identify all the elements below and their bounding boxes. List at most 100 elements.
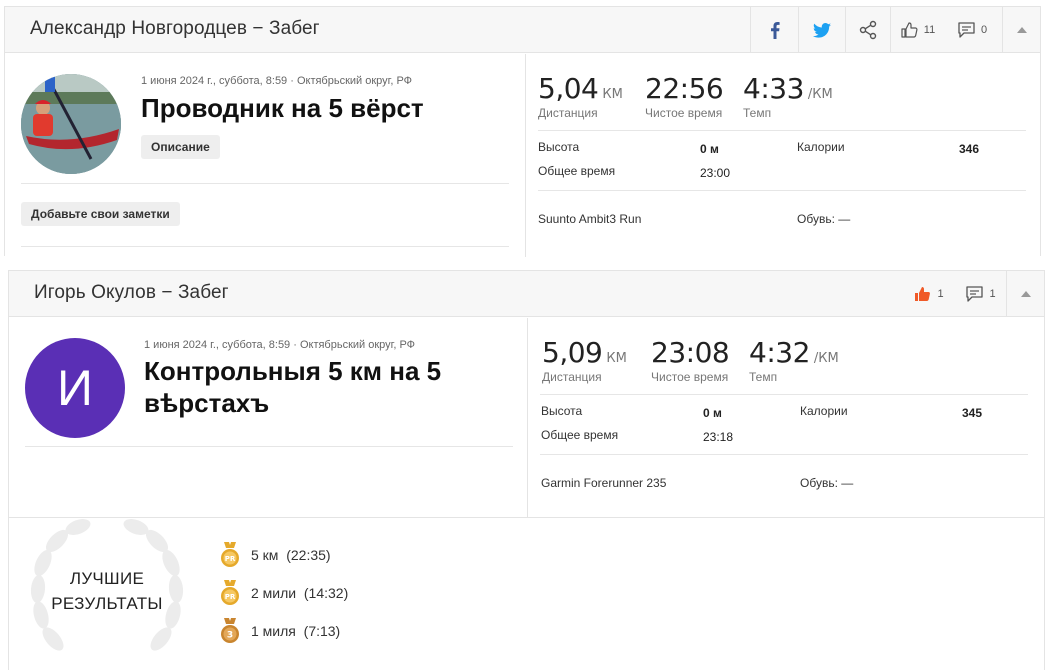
caret-up-icon: [1020, 291, 1031, 297]
thumbs-up-icon: [901, 22, 918, 38]
thumbs-up-icon: [915, 287, 931, 301]
collapse-button[interactable]: [1006, 271, 1044, 317]
best-results-heading: ЛУЧШИЕ РЕЗУЛЬТАТЫ: [23, 566, 191, 616]
distance-value: 5,04: [538, 72, 599, 105]
comments-button[interactable]: 0: [945, 7, 1000, 53]
activity-card-1: Александр Новгородцев − Забег 11 0 1 июн…: [4, 6, 1041, 257]
total-time-label: Общее время: [538, 164, 616, 178]
shoes-label: Обувь: —: [800, 476, 854, 490]
pace-label: Темп: [743, 106, 772, 120]
activity-header-title[interactable]: Александр Новгородцев − Забег: [30, 18, 320, 40]
likes-count: 11: [923, 24, 936, 36]
comments-count: 0: [980, 24, 988, 36]
svg-text:PR: PR: [225, 555, 236, 563]
device-name[interactable]: Garmin Forerunner 235: [541, 476, 666, 490]
like-button[interactable]: 1: [904, 271, 954, 317]
best-result-label: 2 мили (14:32): [251, 585, 349, 601]
pr-medal-icon: PR: [221, 580, 239, 605]
activity-title-line1: Контрольныя 5 км на 5: [144, 356, 442, 386]
description-button[interactable]: Описание: [141, 135, 220, 159]
device-name[interactable]: Suunto Ambit3 Run: [538, 212, 641, 226]
pace-value: 4:32: [749, 336, 810, 369]
calories-value: 346: [959, 142, 980, 156]
time-label: Чистое время: [645, 106, 723, 120]
divider: [21, 246, 509, 247]
activity-title[interactable]: Проводник на 5 вёрст: [141, 92, 424, 124]
best-result-label: 5 км (22:35): [251, 547, 331, 563]
elevation-value: 0 м: [700, 142, 719, 156]
share-icon: [859, 20, 877, 40]
pace-label: Темп: [749, 370, 778, 384]
calories-label: Калории: [797, 140, 845, 154]
kayak-photo-image: [21, 74, 121, 174]
activity-meta: 1 июня 2024 г., суббота, 8:59 · Октябрьс…: [141, 75, 413, 87]
divider: [538, 190, 1026, 191]
activity-title-line2: вѣрстахъ: [144, 388, 270, 418]
activity-stats: 5,04 КМ Дистанция 22:56 Чистое время 4:33…: [525, 54, 1040, 257]
pace-stat: 4:32/КМ: [749, 336, 839, 369]
time-label: Чистое время: [651, 370, 729, 384]
collapse-button[interactable]: [1002, 7, 1040, 53]
svg-text:3: 3: [227, 631, 233, 641]
distance-label: Дистанция: [542, 370, 602, 384]
calories-label: Калории: [800, 404, 848, 418]
calories-value: 345: [962, 406, 983, 420]
comment-icon: [958, 22, 975, 38]
svg-text:PR: PR: [225, 593, 236, 601]
distance-unit: КМ: [602, 87, 623, 102]
elevation-label: Высота: [538, 140, 580, 154]
elevation-label: Высота: [541, 404, 583, 418]
total-time-value: 23:18: [703, 430, 734, 444]
shoes-label: Обувь: —: [797, 212, 851, 226]
best-result-item[interactable]: PR 2 мили (14:32): [219, 580, 348, 606]
total-time-value: 23:00: [700, 166, 731, 180]
pace-stat: 4:33/КМ: [743, 72, 833, 105]
twitter-share-button[interactable]: [798, 7, 845, 53]
distance-unit: КМ: [606, 351, 627, 366]
user-avatar[interactable]: И: [25, 338, 125, 438]
activity-header: Игорь Окулов − Забег 1 1: [9, 271, 1044, 317]
total-time-label: Общее время: [541, 428, 619, 442]
time-value: 22:56: [645, 72, 724, 105]
pace-unit: /КМ: [813, 351, 839, 366]
facebook-icon: [770, 21, 780, 39]
best-result-item[interactable]: 3 1 миля (7:13): [219, 618, 340, 644]
divider: [25, 446, 513, 447]
best-result-label: 1 миля (7:13): [251, 623, 341, 639]
distance-value: 5,09: [542, 336, 603, 369]
like-button[interactable]: 11: [890, 7, 945, 53]
twitter-icon: [813, 22, 831, 38]
activity-summary: 1 июня 2024 г., суббота, 8:59 · Октябрьс…: [5, 54, 525, 257]
caret-up-icon: [1016, 27, 1027, 33]
divider: [540, 394, 1028, 395]
third-place-medal-icon: 3: [221, 618, 239, 643]
divider: [21, 183, 509, 184]
pace-value: 4:33: [743, 72, 804, 105]
time-stat: 22:56: [645, 72, 724, 105]
pace-unit: /КМ: [807, 87, 833, 102]
time-value: 23:08: [651, 336, 730, 369]
activity-meta: 1 июня 2024 г., суббота, 8:59 · Октябрьс…: [144, 339, 416, 351]
elevation-value: 0 м: [703, 406, 722, 420]
best-results-line2: РЕЗУЛЬТАТЫ: [51, 594, 163, 613]
comments-button[interactable]: 1: [956, 271, 1006, 317]
best-results-line1: ЛУЧШИЕ: [69, 569, 145, 588]
comment-icon: [966, 286, 984, 302]
activity-stats: 5,09 КМ Дистанция 23:08 Чистое время 4:32…: [527, 318, 1044, 518]
share-button[interactable]: [845, 7, 890, 53]
activity-title[interactable]: Контрольныя 5 км на 5 вѣрстахъ: [144, 355, 441, 419]
likes-count: 1: [937, 288, 944, 300]
distance-stat: 5,04 КМ: [538, 72, 623, 105]
activity-header-title[interactable]: Игорь Окулов − Забег: [34, 282, 229, 304]
distance-stat: 5,09 КМ: [542, 336, 627, 369]
activity-header: Александр Новгородцев − Забег 11 0: [5, 7, 1040, 53]
activity-card-2: Игорь Окулов − Забег 1 1 И 1 июня 2024 г…: [8, 270, 1045, 670]
user-avatar[interactable]: [21, 74, 121, 174]
divider: [540, 454, 1028, 455]
distance-label: Дистанция: [538, 106, 598, 120]
best-result-item[interactable]: PR 5 км (22:35): [219, 542, 331, 568]
add-notes-button[interactable]: Добавьте свои заметки: [21, 202, 180, 226]
divider: [538, 130, 1026, 131]
facebook-share-button[interactable]: [750, 7, 798, 53]
pr-medal-icon: PR: [221, 542, 239, 567]
